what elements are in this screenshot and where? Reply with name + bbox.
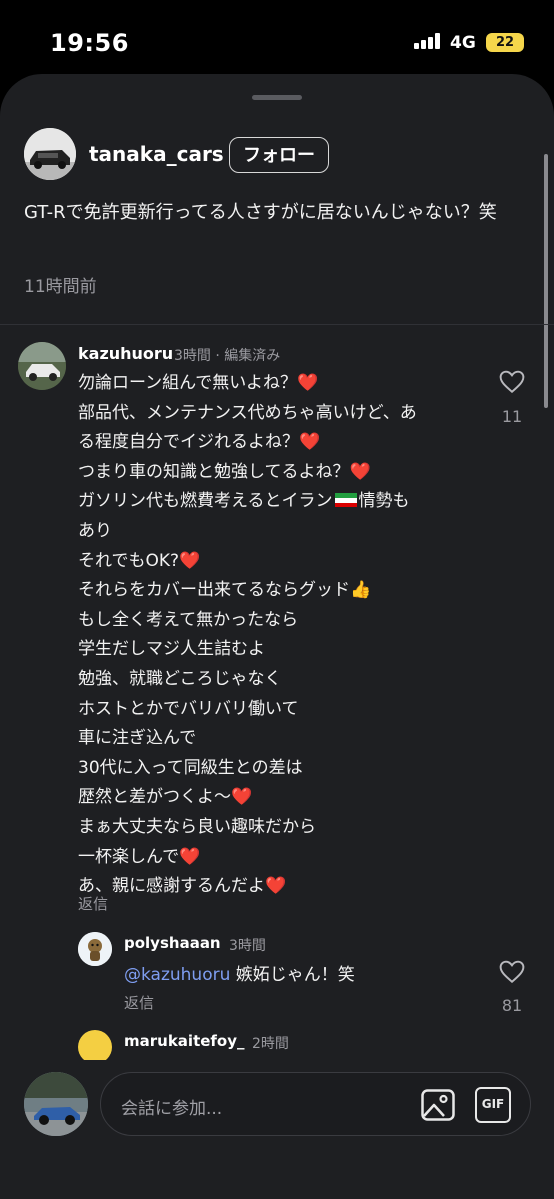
comment-line: それでもOK?❤️ (78, 547, 488, 577)
reply-mention-link[interactable]: @kazuhuoru (124, 965, 230, 985)
comment-line-text: 30代に入って同級生との差は (78, 757, 303, 778)
comment-line-text: 勉強、就職どころじゃなく (78, 668, 282, 689)
comment-line-text: 部品代、メンテナンス代めちゃ高いけど、あ (78, 402, 417, 423)
post-timestamp: 11時間前 (24, 277, 97, 297)
heart-emoji-icon: ❤️ (231, 787, 253, 808)
comment-line: つまり車の知識と勉強してるよね？❤️ (78, 458, 488, 488)
post-author-avatar[interactable] (24, 128, 76, 180)
composer-bar: 会話に参加... GIF (0, 1060, 554, 1199)
comment-line: 一杯楽しんで❤️ (78, 843, 488, 873)
comment-body: 勿論ローン組んで無いよね？❤️ 部品代、メンテナンス代めちゃ高いけど、あ る程度自分… (78, 369, 488, 902)
comment-line-text: 勿論ローン組んで無いよね？ (78, 373, 297, 393)
network-type: 4G (450, 33, 476, 53)
next-comment-author-name[interactable]: marukaitefoy_ (124, 1032, 245, 1050)
comment-author-name[interactable]: kazuhuoru (78, 344, 173, 363)
post-author-name[interactable]: tanaka_cars (89, 142, 224, 166)
post-text: GT-Rで免許更新行ってる人さすがに居ないんじゃない？笑 (24, 202, 497, 223)
heart-emoji-icon: ❤️ (265, 876, 287, 897)
image-icon[interactable] (420, 1087, 456, 1123)
follow-button[interactable]: フォロー (229, 137, 329, 173)
comment-line: 勉強、就職どころじゃなく (78, 665, 488, 695)
sheet-drag-handle[interactable] (252, 95, 302, 100)
comment-line-text: まぁ大丈夫なら良い趣味だから (78, 816, 316, 837)
comment-meta: 3時間 · 編集済み (174, 348, 281, 364)
reply-reply-button[interactable]: 返信 (124, 992, 154, 1013)
next-comment-meta: 2時間 (252, 1036, 289, 1052)
status-time: 19:56 (50, 29, 129, 57)
comment-line-text: それらをカバー出来てるならグッド (78, 580, 350, 601)
comment-line-text: あり (78, 520, 112, 541)
comment-line-text: つまり車の知識と勉強してるよね？ (78, 461, 350, 482)
heart-emoji-icon: ❤️ (299, 432, 321, 453)
gif-button[interactable]: GIF (475, 1087, 511, 1123)
comment-line: ホストとかでバリバリ働いて (78, 695, 488, 725)
comment-line: それらをカバー出来てるならグッド👍 (78, 576, 488, 606)
comment-line: 30代に入って同級生との差は (78, 754, 488, 784)
thread-sheet: tanaka_cars フォロー GT-Rで免許更新行ってる人さすがに居ないんじ… (0, 74, 554, 1199)
heart-emoji-icon: ❤️ (179, 550, 201, 571)
comment-line: る程度自分でイジれるよね？❤️ (78, 428, 488, 458)
status-bar: 19:56 4G 22 (0, 0, 554, 74)
comment-line: 勿論ローン組んで無いよね？❤️ (78, 369, 488, 399)
signal-icon (414, 33, 442, 49)
comment-line: まぁ大丈夫なら良い趣味だから (78, 813, 488, 843)
reply-author-name[interactable]: polyshaaan (124, 934, 221, 952)
comment-line-text: 車に注ぎ込んで (78, 728, 197, 749)
comment-line-text: もし全く考えて無かったなら (78, 609, 299, 630)
reply-meta: 3時間 (229, 938, 266, 954)
comment-line: 歴然と差がつくよ〜❤️ (78, 783, 488, 813)
comment-line: もし全く考えて無かったなら (78, 606, 488, 636)
heart-emoji-icon: ❤️ (349, 461, 371, 482)
comment-line-text: 情勢も (358, 491, 410, 512)
thumbs-up-emoji-icon: 👍 (350, 580, 372, 601)
heart-emoji-icon: ❤️ (296, 373, 319, 393)
comment-line: 車に注ぎ込んで (78, 724, 488, 754)
comment-reply-button[interactable]: 返信 (78, 893, 108, 914)
comment-line-text: ホストとかでバリバリ働いて (78, 698, 299, 719)
my-avatar[interactable] (24, 1072, 88, 1136)
comment-like-count: 11 (501, 407, 523, 426)
comment-line: 部品代、メンテナンス代めちゃ高いけど、あ (78, 399, 488, 429)
comment-avatar[interactable] (18, 342, 66, 390)
heart-outline-icon[interactable] (499, 370, 525, 394)
comment-line-text: 歴然と差がつくよ〜 (78, 787, 231, 808)
comment-line-text: 一杯楽しんで (78, 846, 180, 867)
heart-outline-icon[interactable] (499, 960, 525, 984)
comment-line-text: ガソリン代も燃費考えるとイラン (78, 491, 333, 512)
divider (0, 324, 554, 325)
comment-line-text: る程度自分でイジれるよね？ (78, 432, 299, 453)
reply-like-count: 81 (501, 996, 523, 1015)
reply-text: @kazuhuoru 嫉妬じゃん！笑 (124, 960, 355, 985)
comment-input[interactable]: 会話に参加... GIF (100, 1072, 531, 1136)
comment-line: ガソリン代も燃費考えるとイラン 情勢も (78, 487, 488, 517)
comment-line: 学生だしマジ人生詰むよ (78, 635, 488, 665)
comment-line: あ、親に感謝するんだよ❤️ (78, 872, 488, 902)
reply-avatar[interactable] (78, 932, 112, 966)
scrollbar[interactable] (544, 154, 548, 408)
comment-line: あり (78, 517, 488, 547)
heart-emoji-icon: ❤️ (179, 846, 201, 867)
comment-line-text: それでもOK? (78, 550, 180, 571)
battery-icon: 22 (486, 33, 524, 52)
next-comment-avatar[interactable] (78, 1030, 112, 1064)
iran-flag-emoji-icon (334, 493, 357, 508)
comment-line-text: 学生だしマジ人生詰むよ (78, 639, 265, 660)
comment-input-placeholder: 会話に参加... (121, 1099, 223, 1119)
reply-body: 嫉妬じゃん！笑 (230, 965, 355, 985)
